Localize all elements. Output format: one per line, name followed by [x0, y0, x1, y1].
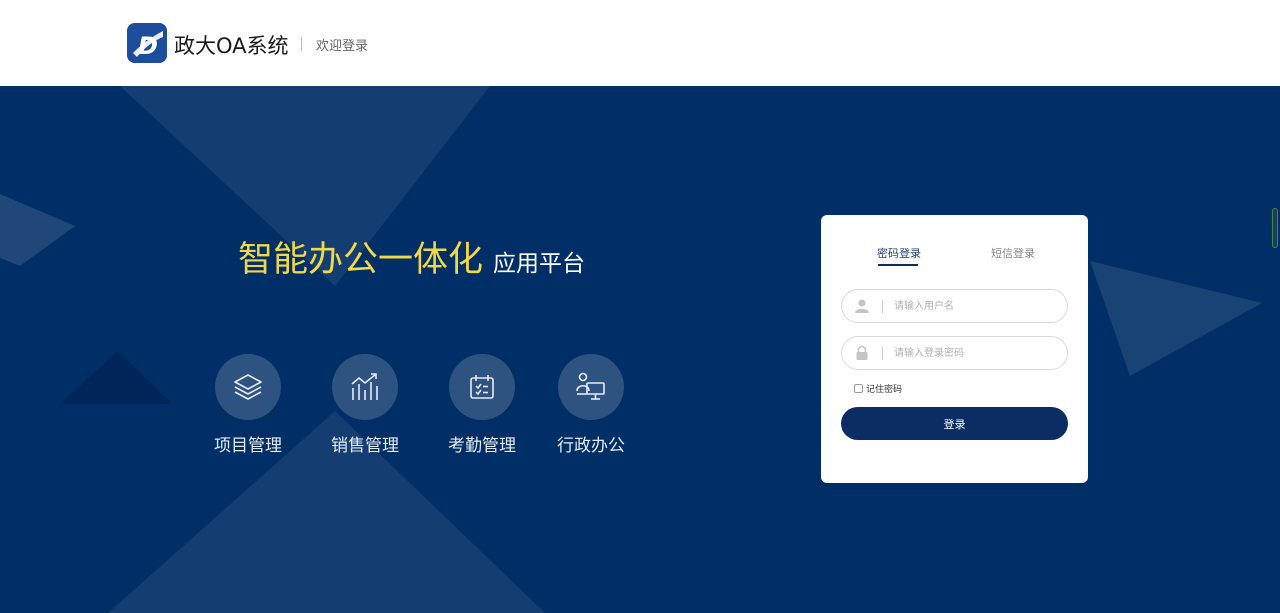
- slogan-main: 智能办公一体化: [238, 240, 484, 280]
- welcome-text: 欢迎登录: [316, 39, 369, 54]
- lock-icon: [856, 345, 868, 360]
- calendar-icon: [449, 354, 515, 420]
- feature-label: 行政办公: [557, 436, 625, 456]
- remember-checkbox[interactable]: [854, 384, 863, 393]
- feature-label: 项目管理: [214, 436, 282, 456]
- feature-label: 销售管理: [331, 436, 399, 456]
- login-card: 密码登录 短信登录 记住密码 登录: [821, 215, 1088, 483]
- desk-user-icon: [558, 354, 624, 420]
- feature-label: 考勤管理: [448, 436, 516, 456]
- slogan: 智能办公一体化 应用平台: [238, 231, 585, 282]
- feature-project: 项目管理: [193, 354, 303, 456]
- app-name: 政大OA系统: [174, 34, 289, 58]
- slogan-sub: 应用平台: [493, 251, 586, 277]
- password-input[interactable]: [894, 343, 1059, 363]
- username-input[interactable]: [894, 296, 1059, 316]
- svg-text:D: D: [138, 32, 158, 60]
- background-shapes: [0, 86, 1262, 613]
- login-button[interactable]: 登录: [841, 407, 1068, 440]
- feature-attendance: 考勤管理: [427, 354, 537, 456]
- password-field[interactable]: [841, 336, 1068, 370]
- tab-password-login[interactable]: 密码登录: [877, 245, 921, 261]
- user-icon: [855, 299, 869, 313]
- field-separator: [882, 347, 883, 360]
- chart-icon: [332, 354, 398, 420]
- remember-label: 记住密码: [866, 385, 903, 395]
- username-field[interactable]: [841, 289, 1068, 323]
- top-header: D 政大OA系统 欢迎登录: [0, 0, 1280, 86]
- hero-banner: 智能办公一体化 应用平台 项目管理 销售管理 考勤管理 行政办公 密码登录 短信…: [0, 86, 1280, 613]
- scroll-handle[interactable]: [1272, 208, 1278, 248]
- remember-password[interactable]: 记住密码: [854, 382, 902, 395]
- feature-sales: 销售管理: [310, 354, 420, 456]
- feature-admin: 行政办公: [536, 354, 646, 456]
- logo-icon: D: [127, 23, 167, 63]
- tab-sms-login[interactable]: 短信登录: [991, 245, 1035, 261]
- field-separator: [882, 300, 883, 313]
- layers-icon: [215, 354, 281, 420]
- active-tab-indicator: [878, 264, 918, 266]
- header-divider: [301, 37, 302, 51]
